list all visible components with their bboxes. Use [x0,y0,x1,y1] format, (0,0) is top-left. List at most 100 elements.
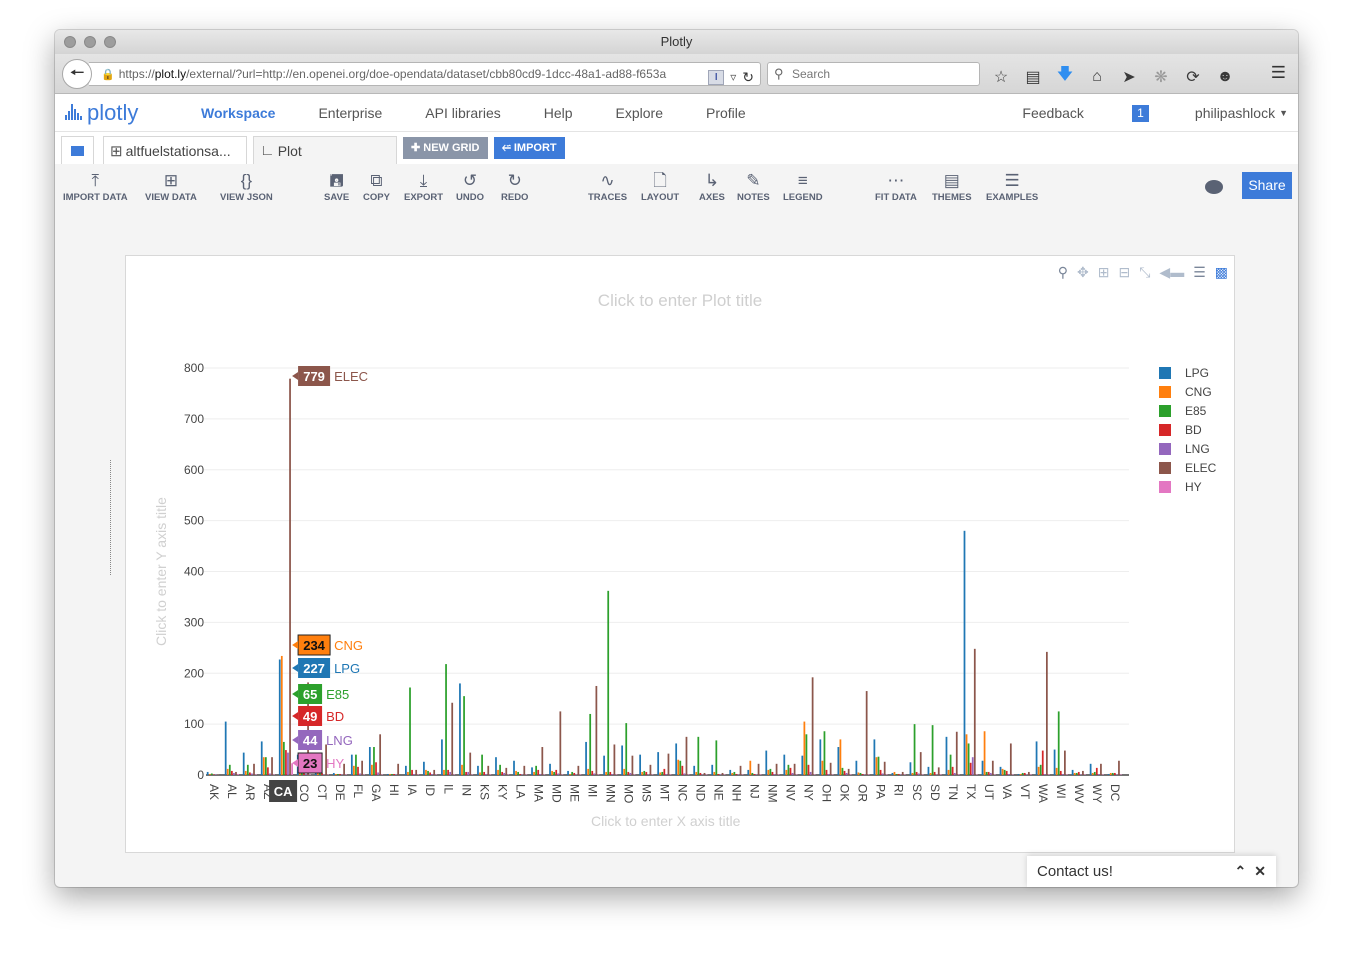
nav-api-libraries[interactable]: API libraries [425,105,500,121]
legend-button[interactable]: ≡ LEGEND [783,170,823,203]
x-tick-label: RI [892,784,906,796]
smiley-icon[interactable]: ☻ [1214,68,1236,86]
browser-search-input[interactable]: ⚲ Search [767,62,980,86]
nav-explore[interactable]: Explore [616,105,663,121]
bar-elec-ms [649,764,652,775]
bar-e85-wy [1093,771,1096,775]
back-button[interactable]: 🠔 [62,59,92,89]
download-icon[interactable]: 🡇 [1054,63,1076,90]
nav-help[interactable]: Help [544,105,573,121]
bar-bd-id [429,772,431,775]
themes-button[interactable]: ▤ THEMES [932,170,972,203]
tool-label: SAVE [324,192,350,203]
new-grid-button[interactable]: ✚ NEW GRID [403,137,488,159]
hover-pointer-lng [292,736,299,744]
file-icon: 🗋 [653,171,667,190]
chevron-up-icon[interactable]: ⌃ [1235,863,1247,879]
lock-icon: 🔒 [101,69,115,81]
legend-item-hy[interactable]: HY [1159,477,1216,496]
bar-bd-va [1005,770,1008,775]
legend-item-cng[interactable]: CNG [1159,382,1216,401]
resize-handle[interactable] [110,460,115,575]
hamburger-menu-icon[interactable]: ☰ [1271,63,1286,83]
close-window-button[interactable] [64,36,76,48]
legend-item-bd[interactable]: BD [1159,420,1216,439]
home-icon[interactable]: ⌂ [1086,68,1108,86]
layout-button[interactable]: 🗋 LAYOUT [641,170,679,203]
x-tick-label: DE [333,784,347,801]
plotly-logo[interactable]: plotly [65,100,138,126]
bar-hy-ny [813,774,816,775]
reload-icon[interactable]: ↻ [742,66,754,85]
x-tick-label: GA [369,784,383,801]
x-tick-label: IL [441,784,455,794]
maximize-window-button[interactable] [104,36,116,48]
bar-lng-va [1007,773,1010,775]
minimize-window-button[interactable] [84,36,96,48]
nav-enterprise[interactable]: Enterprise [318,105,382,121]
list-icon: ≡ [797,171,808,190]
examples-button[interactable]: ☰ EXAMPLES [986,170,1038,203]
traces-button[interactable]: ∿ TRACES [588,170,627,203]
share-button[interactable]: Share [1242,172,1292,199]
legend-item-elec[interactable]: ELEC [1159,458,1216,477]
nav-workspace[interactable]: Workspace [201,105,275,121]
view-data-button[interactable]: ⊞ VIEW DATA [145,170,197,203]
star-icon[interactable]: ☆ [990,67,1012,87]
reader-icon[interactable]: I [708,69,725,85]
bar-e85-tx [967,743,970,775]
tool-label: LEGEND [783,192,823,203]
history-icon[interactable]: ⟳ [1182,67,1204,87]
bar-elec-wa [1045,651,1048,775]
x-tick-label: DC [1108,784,1122,802]
extension-icon[interactable]: ❋ [1150,67,1172,87]
legend-label: LPG [1185,365,1210,380]
contact-widget[interactable]: Contact us! ⌃ ✕ [1027,856,1276,887]
tab-grid[interactable]: ⊞ altfuelstationsa... [103,136,247,164]
title-bar: Plotly [55,30,1298,54]
import-button[interactable]: ⭁ IMPORT [494,137,565,159]
fit-data-button[interactable]: ⋯ FIT DATA [875,170,917,203]
reading-list-icon[interactable]: ▤ [1022,67,1044,87]
bar-cng-nm [767,769,770,775]
chat-icon[interactable] [1205,180,1223,194]
nav-profile[interactable]: Profile [706,105,746,121]
tab-plot[interactable]: ∟ Plot [253,136,397,164]
undo-button[interactable]: ↺ UNDO [456,170,484,203]
view-json-button[interactable]: {} VIEW JSON [220,170,273,203]
bar-e85-ne [715,740,718,775]
x-tick-label: CT [315,784,329,801]
bar-lpg-ca [278,659,281,775]
save-button[interactable]: 🖪 SAVE [324,170,349,203]
caret-down-icon[interactable]: ▼ [1279,108,1288,118]
bar-bd-fl [357,766,359,775]
legend-label: ELEC [1185,460,1217,475]
bar-hy-ok [849,774,852,775]
bar-lpg-ks [477,765,479,775]
bar-bd-al [230,770,233,775]
window-controls [64,36,116,48]
bar-chart[interactable]: 0100200300400500600700800AKALARAZCACOCTD… [126,256,1236,854]
user-menu[interactable]: philipashlock [1195,105,1275,121]
close-icon[interactable]: ✕ [1254,863,1266,879]
dropdown-arrow-icon[interactable]: ▿ [730,66,736,85]
export-button[interactable]: ⤓ EXPORT [404,170,443,203]
notes-button[interactable]: ✎ NOTES [737,170,770,203]
legend-item-lng[interactable]: LNG [1159,439,1216,458]
tab-folder[interactable] [61,136,94,164]
url-bar[interactable]: 🔒 https://plot.ly/external/?url=http://en… [89,62,761,86]
feedback-link[interactable]: Feedback [1022,105,1083,121]
import-data-button[interactable]: ⤒ IMPORT DATA [63,170,128,203]
axes-button[interactable]: ↳ AXES [699,170,725,203]
legend-item-lpg[interactable]: LPG [1159,363,1216,382]
copy-button[interactable]: ⧉ COPY [363,170,390,203]
grid-icon: ⊞ [110,142,123,160]
legend-item-e85[interactable]: E85 [1159,401,1216,420]
notification-badge[interactable]: 1 [1131,104,1149,122]
search-placeholder: Search [792,67,831,81]
bar-hy-ct [327,774,330,775]
paint-roller-icon: ▤ [943,171,960,190]
redo-button[interactable]: ↻ REDO [501,170,528,203]
send-icon[interactable]: ➤ [1118,67,1140,87]
bar-elec-mt [667,753,670,775]
